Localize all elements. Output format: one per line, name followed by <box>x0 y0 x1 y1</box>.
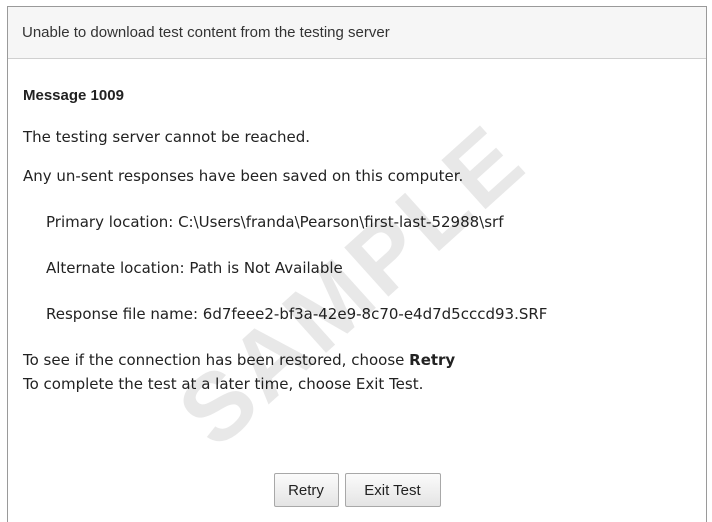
response-file-name-text: Response file name: 6d7feee2-bf3a-42e9-8… <box>46 305 548 323</box>
retry-instruction: To see if the connection has been restor… <box>23 351 706 369</box>
retry-instruction-prefix: To see if the connection has been restor… <box>23 351 410 369</box>
responses-saved-text: Any un-sent responses have been saved on… <box>23 167 464 185</box>
exit-test-button[interactable]: Exit Test <box>344 473 441 507</box>
retry-instruction-emphasis: Retry <box>409 351 456 369</box>
dialog-title-bar: Unable to download test content from the… <box>8 7 706 59</box>
exit-instruction: To complete the test at a later time, ch… <box>23 375 424 393</box>
message-heading: Message 1009 <box>23 87 124 104</box>
alternate-location-text: Alternate location: Path is Not Availabl… <box>46 259 343 277</box>
error-dialog: Unable to download test content from the… <box>7 6 707 522</box>
dialog-content: Message 1009 The testing server cannot b… <box>8 59 706 393</box>
primary-location-text: Primary location: C:\Users\franda\Pearso… <box>46 213 504 231</box>
dialog-title: Unable to download test content from the… <box>22 24 390 41</box>
server-unreachable-text: The testing server cannot be reached. <box>23 128 311 146</box>
dialog-buttons: Retry Exit Test <box>8 473 706 507</box>
retry-button[interactable]: Retry <box>273 473 339 507</box>
